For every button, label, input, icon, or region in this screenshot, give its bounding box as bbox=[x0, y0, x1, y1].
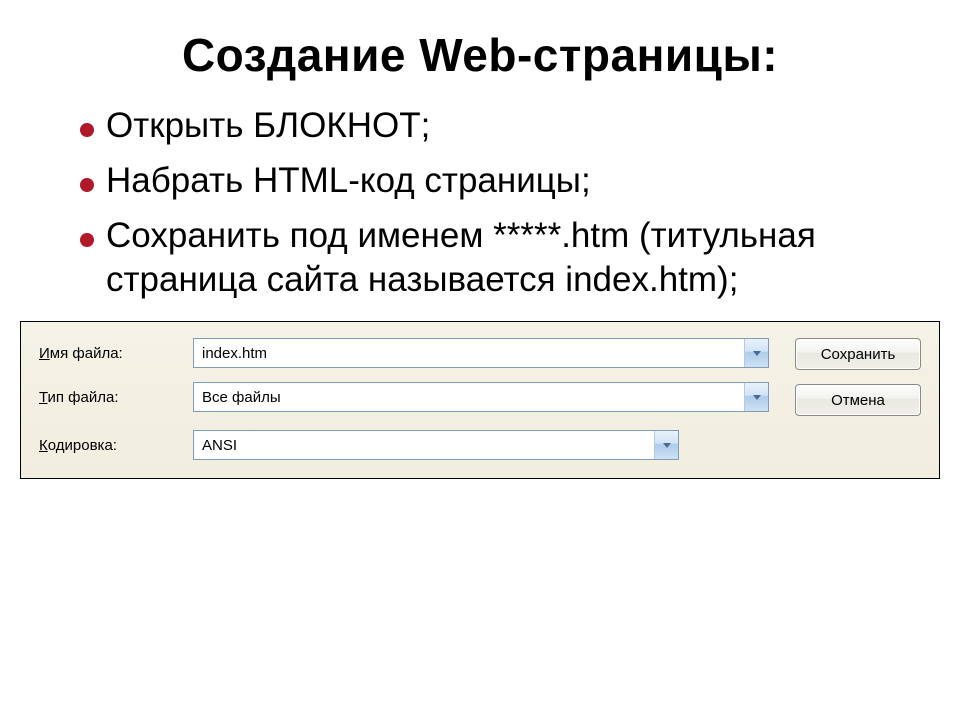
chevron-down-icon bbox=[753, 351, 761, 356]
filename-dropdown-button[interactable] bbox=[744, 339, 768, 367]
filename-row: Имя файла: bbox=[39, 338, 769, 368]
dialog-buttons: Сохранить Отмена bbox=[795, 338, 921, 416]
encoding-dropdown-button[interactable] bbox=[654, 431, 678, 459]
encoding-label: Кодировка: bbox=[39, 437, 179, 454]
save-dialog: Имя файла: Тип файла: bbox=[20, 321, 940, 479]
chevron-down-icon bbox=[663, 443, 671, 448]
filename-combobox[interactable] bbox=[193, 338, 769, 368]
save-button[interactable]: Сохранить bbox=[795, 338, 921, 370]
filetype-row: Тип файла: bbox=[39, 382, 769, 412]
encoding-row: Кодировка: bbox=[39, 430, 679, 460]
bullet-icon bbox=[80, 178, 94, 192]
cancel-button[interactable]: Отмена bbox=[795, 384, 921, 416]
slide-title: Создание Web-страницы: bbox=[20, 28, 940, 82]
list-item: Набрать HTML-код страницы; bbox=[80, 159, 920, 204]
filetype-input[interactable] bbox=[194, 383, 744, 411]
bullet-icon bbox=[80, 123, 94, 137]
encoding-input[interactable] bbox=[194, 431, 654, 459]
encoding-combobox[interactable] bbox=[193, 430, 679, 460]
filetype-label: Тип файла: bbox=[39, 389, 179, 406]
bullet-text: Набрать HTML-код страницы; bbox=[106, 159, 591, 204]
bullet-list: Открыть БЛОКНОТ; Набрать HTML-код страни… bbox=[20, 94, 940, 313]
filename-label: Имя файла: bbox=[39, 345, 179, 362]
bullet-icon bbox=[80, 233, 94, 247]
filename-input[interactable] bbox=[194, 339, 744, 367]
bullet-text: Открыть БЛОКНОТ; bbox=[106, 104, 430, 149]
filetype-combobox[interactable] bbox=[193, 382, 769, 412]
filetype-dropdown-button[interactable] bbox=[744, 383, 768, 411]
bullet-text: Сохранить под именем *****.htm (титульна… bbox=[106, 214, 920, 304]
list-item: Открыть БЛОКНОТ; bbox=[80, 104, 920, 149]
chevron-down-icon bbox=[753, 395, 761, 400]
list-item: Сохранить под именем *****.htm (титульна… bbox=[80, 214, 920, 304]
